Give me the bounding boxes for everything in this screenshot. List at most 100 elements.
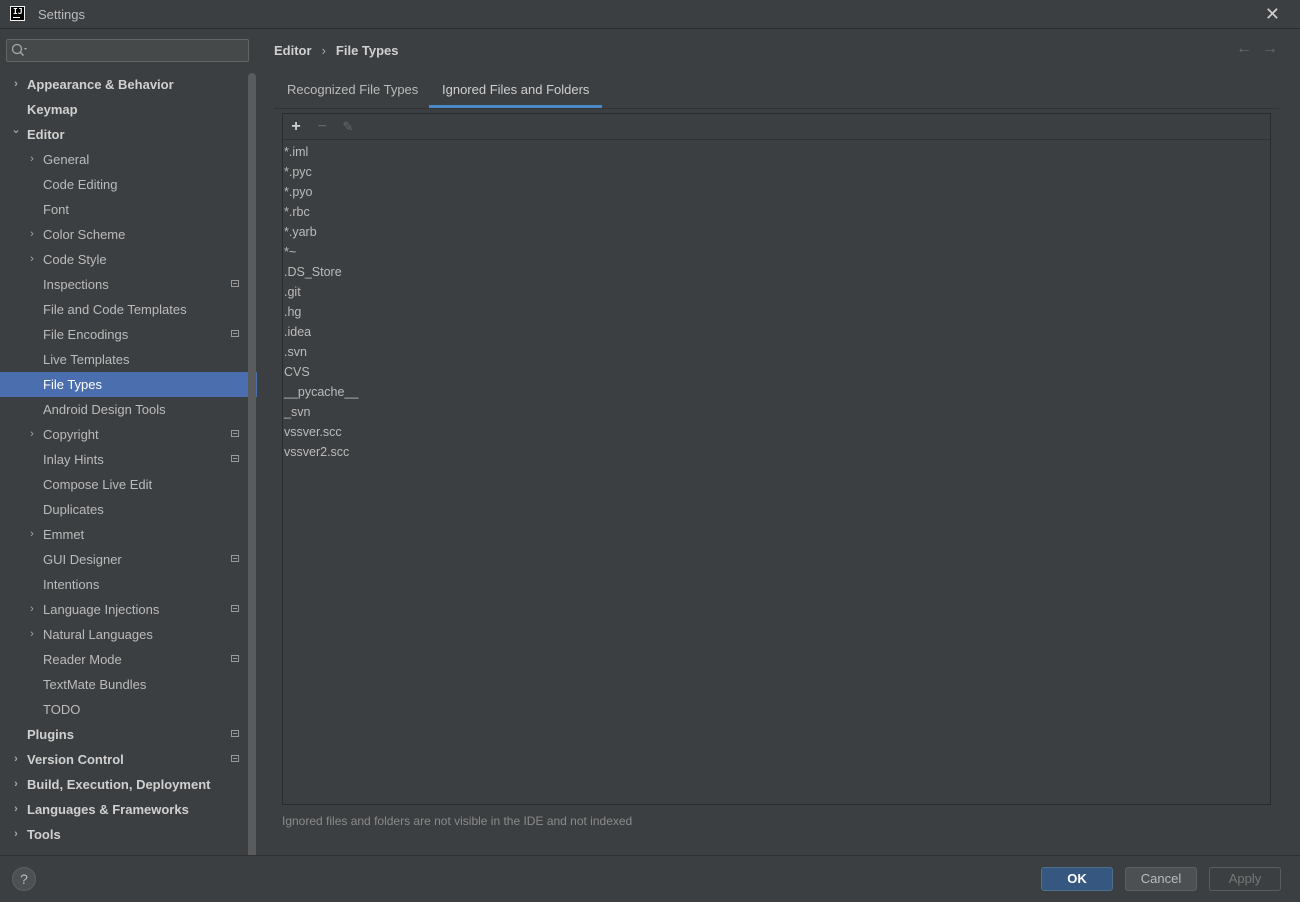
project-scope-icon xyxy=(231,555,239,562)
chevron-right-icon[interactable]: › xyxy=(26,247,38,272)
chevron-right-icon[interactable]: › xyxy=(26,597,38,622)
sidebar-item-label: Font xyxy=(43,202,70,217)
sidebar-item-plugins[interactable]: Plugins xyxy=(0,722,257,747)
list-item[interactable]: *.pyc xyxy=(284,162,358,182)
sidebar-item-file-and-code-templates[interactable]: File and Code Templates xyxy=(0,297,257,322)
sidebar-item-language-injections[interactable]: › Language Injections xyxy=(0,597,257,622)
help-button[interactable]: ? xyxy=(12,867,36,891)
tab-ignored-files-and-folders[interactable]: Ignored Files and Folders xyxy=(429,75,603,108)
chevron-down-icon[interactable]: ⌄ xyxy=(10,118,22,143)
sidebar-item-editor[interactable]: ⌄ Editor xyxy=(0,122,257,147)
chevron-right-icon[interactable]: › xyxy=(10,72,22,97)
chevron-right-icon[interactable]: › xyxy=(10,772,22,797)
list-item[interactable]: vssver2.scc xyxy=(284,442,358,462)
tab-recognized-file-types[interactable]: Recognized File Types xyxy=(274,75,431,108)
sidebar-item-reader-mode[interactable]: Reader Mode xyxy=(0,647,257,672)
sidebar-item-android-design-tools[interactable]: Android Design Tools xyxy=(0,397,257,422)
sidebar-item-todo[interactable]: TODO xyxy=(0,697,257,722)
list-item[interactable]: *~ xyxy=(284,242,358,262)
apply-button[interactable]: Apply xyxy=(1209,867,1281,891)
breadcrumb-parent: Editor xyxy=(274,43,312,58)
chevron-right-icon[interactable]: › xyxy=(10,797,22,822)
list-toolbar: + − ✎ xyxy=(283,114,1270,140)
list-item[interactable]: CVS xyxy=(284,362,358,382)
chevron-right-icon[interactable]: › xyxy=(10,747,22,772)
list-item[interactable]: .idea xyxy=(284,322,358,342)
chevron-right-icon[interactable]: › xyxy=(26,147,38,172)
sidebar-scrollbar[interactable] xyxy=(248,73,256,891)
close-icon[interactable]: ✕ xyxy=(1265,4,1280,25)
sidebar-item-build-execution-deployment[interactable]: › Build, Execution, Deployment xyxy=(0,772,257,797)
project-scope-icon xyxy=(231,755,239,762)
list-item[interactable]: *.iml xyxy=(284,142,358,162)
sidebar-item-code-style[interactable]: › Code Style xyxy=(0,247,257,272)
list-item[interactable]: .DS_Store xyxy=(284,262,358,282)
chevron-right-icon[interactable]: › xyxy=(10,822,22,847)
ok-button[interactable]: OK xyxy=(1041,867,1113,891)
project-scope-icon xyxy=(231,655,239,662)
sidebar-item-inspections[interactable]: Inspections xyxy=(0,272,257,297)
sidebar-item-label: File Encodings xyxy=(43,327,129,342)
sidebar-item-appearance-behavior[interactable]: › Appearance & Behavior xyxy=(0,72,257,97)
sidebar-item-tools[interactable]: › Tools xyxy=(0,822,257,847)
list-item[interactable]: __pycache__ xyxy=(284,382,358,402)
sidebar-item-keymap[interactable]: Keymap xyxy=(0,97,257,122)
list-item[interactable]: .svn xyxy=(284,342,358,362)
sidebar-item-label: Languages & Frameworks xyxy=(27,802,189,817)
hint-text: Ignored files and folders are not visibl… xyxy=(282,814,633,828)
file-types-tabs: Recognized File Types Ignored Files and … xyxy=(274,75,1279,109)
sidebar-item-copyright[interactable]: › Copyright xyxy=(0,422,257,447)
list-item[interactable]: .git xyxy=(284,282,358,302)
sidebar-item-textmate-bundles[interactable]: TextMate Bundles xyxy=(0,672,257,697)
list-item[interactable]: vssver.scc xyxy=(284,422,358,442)
list-item[interactable]: *.pyo xyxy=(284,182,358,202)
sidebar-item-natural-languages[interactable]: › Natural Languages xyxy=(0,622,257,647)
chevron-right-icon[interactable]: › xyxy=(26,222,38,247)
sidebar-item-label: General xyxy=(43,152,90,167)
sidebar-item-label: Code Editing xyxy=(43,177,118,192)
sidebar-item-font[interactable]: Font xyxy=(0,197,257,222)
sidebar-item-live-templates[interactable]: Live Templates xyxy=(0,347,257,372)
sidebar-item-inlay-hints[interactable]: Inlay Hints xyxy=(0,447,257,472)
list-item[interactable]: _svn xyxy=(284,402,358,422)
forward-arrow-icon[interactable]: → xyxy=(1262,40,1278,57)
sidebar-item-label: File and Code Templates xyxy=(43,302,187,317)
cancel-button[interactable]: Cancel xyxy=(1125,867,1197,891)
sidebar-item-label: Keymap xyxy=(27,102,78,117)
chevron-right-icon[interactable]: › xyxy=(26,422,38,447)
add-icon[interactable]: + xyxy=(285,116,307,138)
dialog-footer: ? OK Cancel Apply xyxy=(0,855,1300,902)
chevron-right-icon[interactable]: › xyxy=(26,522,38,547)
project-scope-icon xyxy=(231,730,239,737)
sidebar-item-label: Duplicates xyxy=(43,502,104,517)
title-bar: IJ Settings ✕ xyxy=(0,0,1300,29)
sidebar-item-gui-designer[interactable]: GUI Designer xyxy=(0,547,257,572)
sidebar-item-label: Emmet xyxy=(43,527,85,542)
settings-search[interactable] xyxy=(6,39,249,62)
remove-icon[interactable]: − xyxy=(311,116,333,138)
sidebar-item-label: Code Style xyxy=(43,252,107,267)
search-input[interactable] xyxy=(31,42,245,61)
edit-icon[interactable]: ✎ xyxy=(337,116,359,138)
list-item[interactable]: *.rbc xyxy=(284,202,358,222)
sidebar-item-color-scheme[interactable]: › Color Scheme xyxy=(0,222,257,247)
breadcrumb: Editor › File Types xyxy=(274,43,399,58)
sidebar-item-version-control[interactable]: › Version Control xyxy=(0,747,257,772)
sidebar-item-intentions[interactable]: Intentions xyxy=(0,572,257,597)
settings-content: Editor › File Types ← → Recognized File Typ… xyxy=(257,29,1300,855)
chevron-right-icon[interactable]: › xyxy=(26,622,38,647)
list-item[interactable]: *.yarb xyxy=(284,222,358,242)
sidebar-item-file-encodings[interactable]: File Encodings xyxy=(0,322,257,347)
sidebar-item-file-types[interactable]: File Types xyxy=(0,372,257,397)
sidebar-item-duplicates[interactable]: Duplicates xyxy=(0,497,257,522)
sidebar-item-general[interactable]: › General xyxy=(0,147,257,172)
sidebar-item-compose-live-edit[interactable]: Compose Live Edit xyxy=(0,472,257,497)
sidebar-item-label: Build, Execution, Deployment xyxy=(27,777,211,792)
window-title: Settings xyxy=(38,7,85,22)
sidebar-item-code-editing[interactable]: Code Editing xyxy=(0,172,257,197)
list-item[interactable]: .hg xyxy=(284,302,358,322)
back-arrow-icon[interactable]: ← xyxy=(1236,40,1252,57)
sidebar-item-label: Compose Live Edit xyxy=(43,477,153,492)
sidebar-item-languages-frameworks[interactable]: › Languages & Frameworks xyxy=(0,797,257,822)
sidebar-item-emmet[interactable]: › Emmet xyxy=(0,522,257,547)
